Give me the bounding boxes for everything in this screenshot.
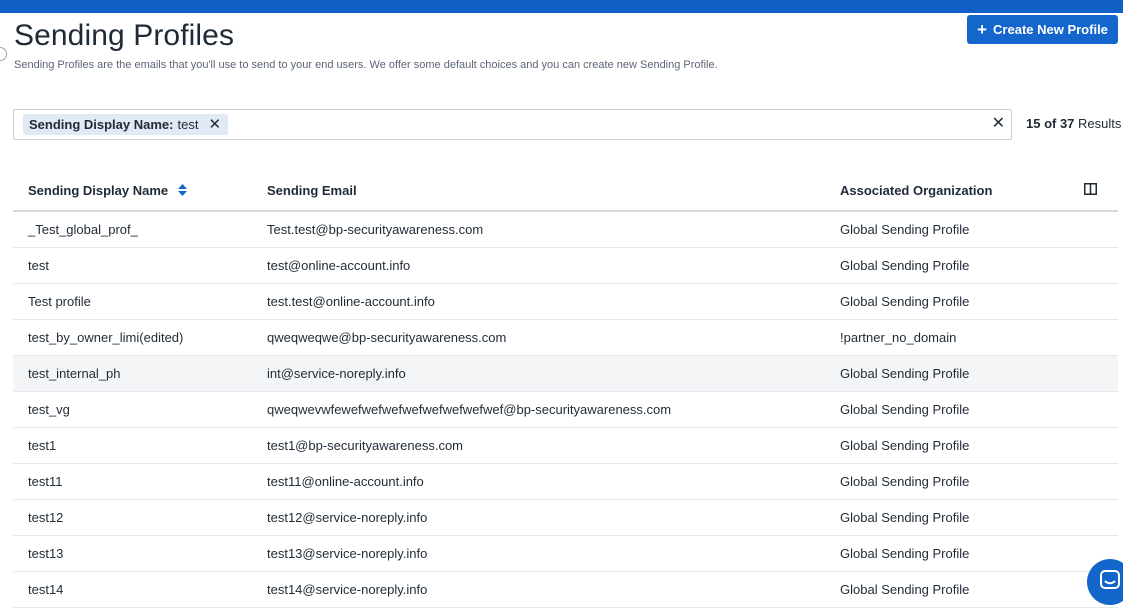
table-row[interactable]: test_vg qweqwevwfewefwefwefwefwefwefwefwe… [13,392,1118,428]
columns-icon[interactable] [1084,183,1097,198]
column-header-email[interactable]: Sending Email [267,183,357,198]
cell-display-name: test11 [28,474,63,489]
cell-display-name: test_by_owner_limi(edited) [28,330,184,345]
table-row[interactable]: test1 test1@bp-securityawareness.com Globa… [13,428,1118,464]
table-row[interactable]: test_by_owner_limi(edited) qweqweqwe@bp-s… [13,320,1118,356]
table-row[interactable]: Test profile test.test@online-account.inf… [13,284,1118,320]
cell-email: Test.test@bp-securityawareness.com [267,222,484,237]
cell-email: int@service-noreply.info [267,366,406,381]
cell-display-name: test1 [28,438,57,453]
cell-email: test@online-account.info [267,258,411,273]
table-row[interactable]: test13 test13@service-noreply.info Global … [13,536,1118,572]
cell-organization: Global Sending Profile [840,366,970,381]
table-row[interactable]: test test@online-account.info Global Sendi… [13,248,1118,284]
cell-display-name: test_internal_ph [28,366,121,381]
sort-icon[interactable] [177,184,187,199]
results-label: Results [1078,116,1122,131]
column-header-label: Sending Display Name [28,183,169,198]
chat-icon [1099,569,1121,596]
column-header-label: Associated Organization [840,183,993,198]
cell-organization: Global Sending Profile [840,546,970,561]
page-title: Sending Profiles [14,19,235,52]
cell-display-name: _Test_global_prof_ [28,222,138,237]
cell-display-name: test14 [28,582,64,597]
cell-email: qweqwevwfewefwefwefwefwefwefwefwef@bp-se… [267,402,672,417]
column-header-label: Sending Email [267,183,357,198]
create-new-profile-button[interactable]: + Create New Profile [967,15,1118,44]
page-subtitle: Sending Profiles are the emails that you… [14,59,718,71]
top-bar [0,0,1123,13]
collapse-handle[interactable] [0,47,7,61]
table-body: _Test_global_prof_ Test.test@bp-securitya… [13,212,1118,608]
column-header-display-name[interactable]: Sending Display Name [28,183,187,199]
table-header: Sending Display Name Sending Email Assoc… [13,172,1118,212]
results-count: 15 of 37 Results [1026,116,1121,131]
cell-email: test14@service-noreply.info [267,582,428,597]
cell-display-name: test12 [28,510,64,525]
filter-search-input[interactable]: Sending Display Name: test ✕ ✕ [13,109,1012,140]
table-row[interactable]: test11 test11@online-account.info Global S… [13,464,1118,500]
filter-chip-key: Sending Display Name: [29,117,174,132]
cell-email: test11@online-account.info [267,474,424,489]
table-row[interactable]: test14 test14@service-noreply.info Global … [13,572,1118,608]
cell-organization: Global Sending Profile [840,222,970,237]
plus-icon: + [977,20,988,39]
column-header-organization[interactable]: Associated Organization [840,183,992,198]
cell-organization: Global Sending Profile [840,510,970,525]
cell-display-name: test [28,258,49,273]
cell-email: test1@bp-securityawareness.com [267,438,463,453]
cell-organization: Global Sending Profile [840,474,970,489]
clear-icon[interactable]: ✕ [992,116,1005,132]
cell-organization: Global Sending Profile [840,438,970,453]
table-row[interactable]: _Test_global_prof_ Test.test@bp-securitya… [13,212,1118,248]
filter-chip-value: test [177,117,199,132]
cell-organization: Global Sending Profile [840,582,970,597]
cell-organization: Global Sending Profile [840,402,970,417]
cell-email: test12@service-noreply.info [267,510,428,525]
table-row[interactable]: test12 test12@service-noreply.info Global … [13,500,1118,536]
results-shown: 15 of 37 [1026,116,1075,131]
close-icon[interactable]: ✕ [208,117,221,132]
filter-chip: Sending Display Name: test ✕ [23,114,229,135]
cell-email: qweqweqwe@bp-securityawareness.com [267,330,507,345]
cell-email: test13@service-noreply.info [267,546,428,561]
cell-display-name: test13 [28,546,64,561]
table-row[interactable]: test_internal_ph int@service-noreply.info… [13,356,1118,392]
cell-display-name: test_vg [28,402,70,417]
profiles-table: Sending Display Name Sending Email Assoc… [13,172,1118,608]
cell-email: test.test@online-account.info [267,294,435,309]
cell-display-name: Test profile [28,294,91,309]
create-new-profile-label: Create New Profile [993,22,1108,37]
cell-organization: Global Sending Profile [840,294,970,309]
cell-organization: !partner_no_domain [840,330,957,345]
cell-organization: Global Sending Profile [840,258,970,273]
